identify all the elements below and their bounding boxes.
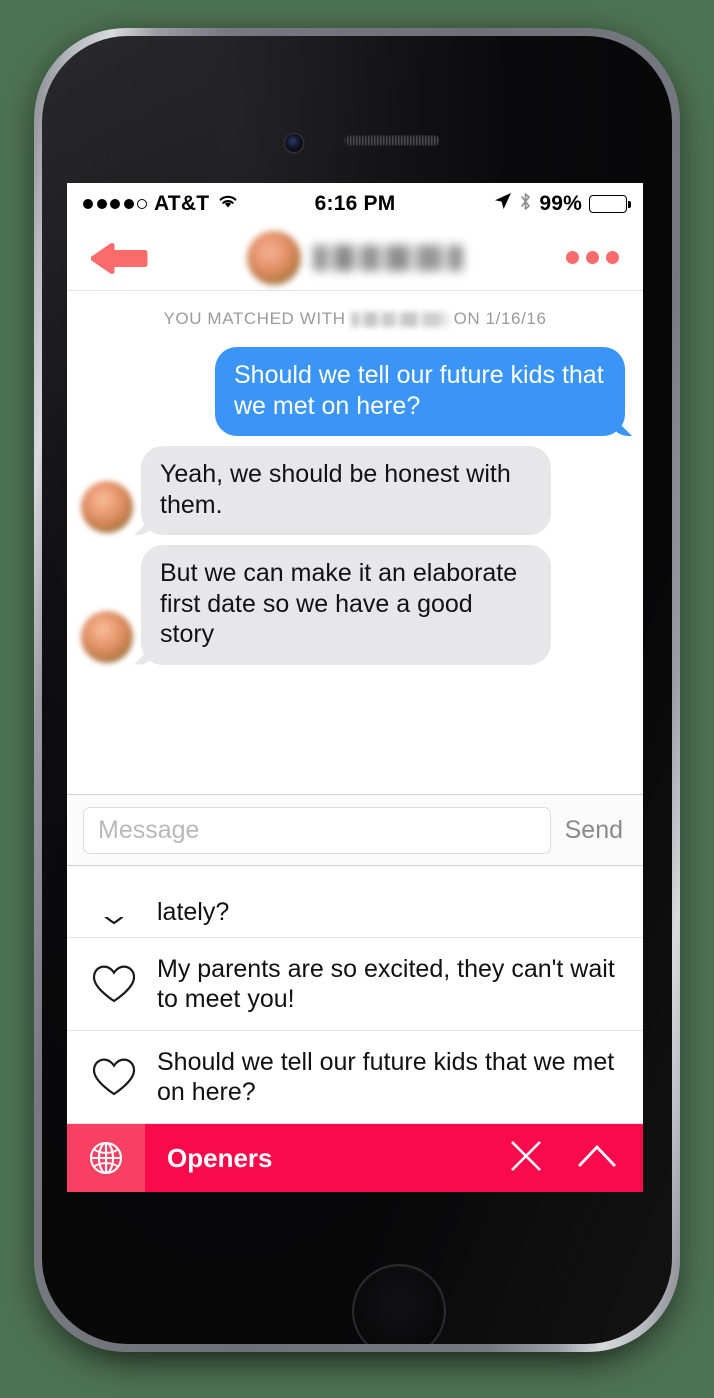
message-row-incoming: But we can make it an elaborate first da… bbox=[67, 545, 643, 665]
back-arrow-icon[interactable] bbox=[91, 238, 151, 278]
list-item-label: Should we tell our future kids that we m… bbox=[157, 1048, 615, 1106]
conversation-area: YOU MATCHED WITH ON 1/16/16 Should we te… bbox=[67, 291, 643, 794]
list-item[interactable]: Should we tell our future kids that we m… bbox=[67, 1031, 643, 1124]
earpiece-speaker bbox=[344, 135, 440, 146]
heart-icon[interactable] bbox=[91, 1056, 137, 1098]
avatar bbox=[247, 230, 301, 285]
status-bar-left: AT&T bbox=[83, 192, 315, 216]
status-bar: AT&T 6:16 PM 99% bbox=[67, 183, 643, 225]
list-item[interactable]: lately? bbox=[67, 866, 643, 938]
message-bubble-incoming[interactable]: Yeah, we should be honest with them. bbox=[141, 446, 551, 535]
more-options-icon[interactable] bbox=[566, 251, 619, 264]
heart-icon bbox=[91, 917, 137, 927]
avatar bbox=[81, 481, 133, 533]
match-name-redacted bbox=[313, 244, 463, 271]
heart-icon[interactable] bbox=[91, 963, 137, 1005]
signal-strength-icon bbox=[83, 199, 147, 209]
list-item-label: lately? bbox=[157, 898, 230, 926]
status-bar-right: 99% bbox=[395, 192, 632, 217]
clock-label: 6:16 PM bbox=[314, 192, 396, 215]
message-input-bar: Send bbox=[67, 794, 643, 866]
message-row-outgoing: Should we tell our future kids that we m… bbox=[67, 347, 643, 436]
carrier-label: AT&T bbox=[154, 192, 210, 215]
front-camera-icon bbox=[285, 134, 303, 152]
location-arrow-icon bbox=[494, 192, 512, 216]
chat-title-group bbox=[67, 225, 643, 290]
openers-title: Openers bbox=[167, 1142, 273, 1173]
list-item-label: My parents are so excited, they can't wa… bbox=[157, 955, 615, 1013]
openers-bar-actions bbox=[507, 1124, 643, 1192]
openers-list: lately? My parents are so excited, they … bbox=[67, 866, 643, 1124]
message-row-incoming: Yeah, we should be honest with them. bbox=[67, 446, 643, 535]
close-icon[interactable] bbox=[507, 1137, 545, 1180]
avatar bbox=[81, 610, 133, 663]
phone-screen: AT&T 6:16 PM 99% YOU MATCHED WITH ON 1/1… bbox=[67, 183, 643, 1192]
battery-icon bbox=[589, 195, 632, 213]
wifi-icon bbox=[216, 192, 240, 216]
send-button[interactable]: Send bbox=[563, 816, 627, 845]
message-input[interactable] bbox=[83, 806, 551, 854]
matched-suffix-label: ON 1/16/16 bbox=[453, 309, 547, 328]
globe-icon[interactable] bbox=[67, 1124, 145, 1192]
message-bubble-incoming[interactable]: But we can make it an elaborate first da… bbox=[141, 545, 551, 665]
bluetooth-icon bbox=[519, 192, 532, 217]
chevron-up-icon[interactable] bbox=[577, 1142, 617, 1175]
battery-percent-label: 99% bbox=[539, 192, 583, 215]
matched-banner: YOU MATCHED WITH ON 1/16/16 bbox=[67, 291, 643, 337]
screenshot-stage: AT&T 6:16 PM 99% YOU MATCHED WITH ON 1/1… bbox=[0, 0, 714, 1398]
list-item[interactable]: My parents are so excited, they can't wa… bbox=[67, 938, 643, 1031]
chat-nav-bar bbox=[67, 225, 643, 291]
matched-name-redacted bbox=[350, 311, 449, 327]
home-button[interactable] bbox=[352, 1264, 446, 1344]
openers-bar: Openers bbox=[67, 1124, 643, 1192]
message-bubble-outgoing[interactable]: Should we tell our future kids that we m… bbox=[215, 347, 625, 436]
matched-prefix-label: YOU MATCHED WITH bbox=[163, 309, 346, 328]
